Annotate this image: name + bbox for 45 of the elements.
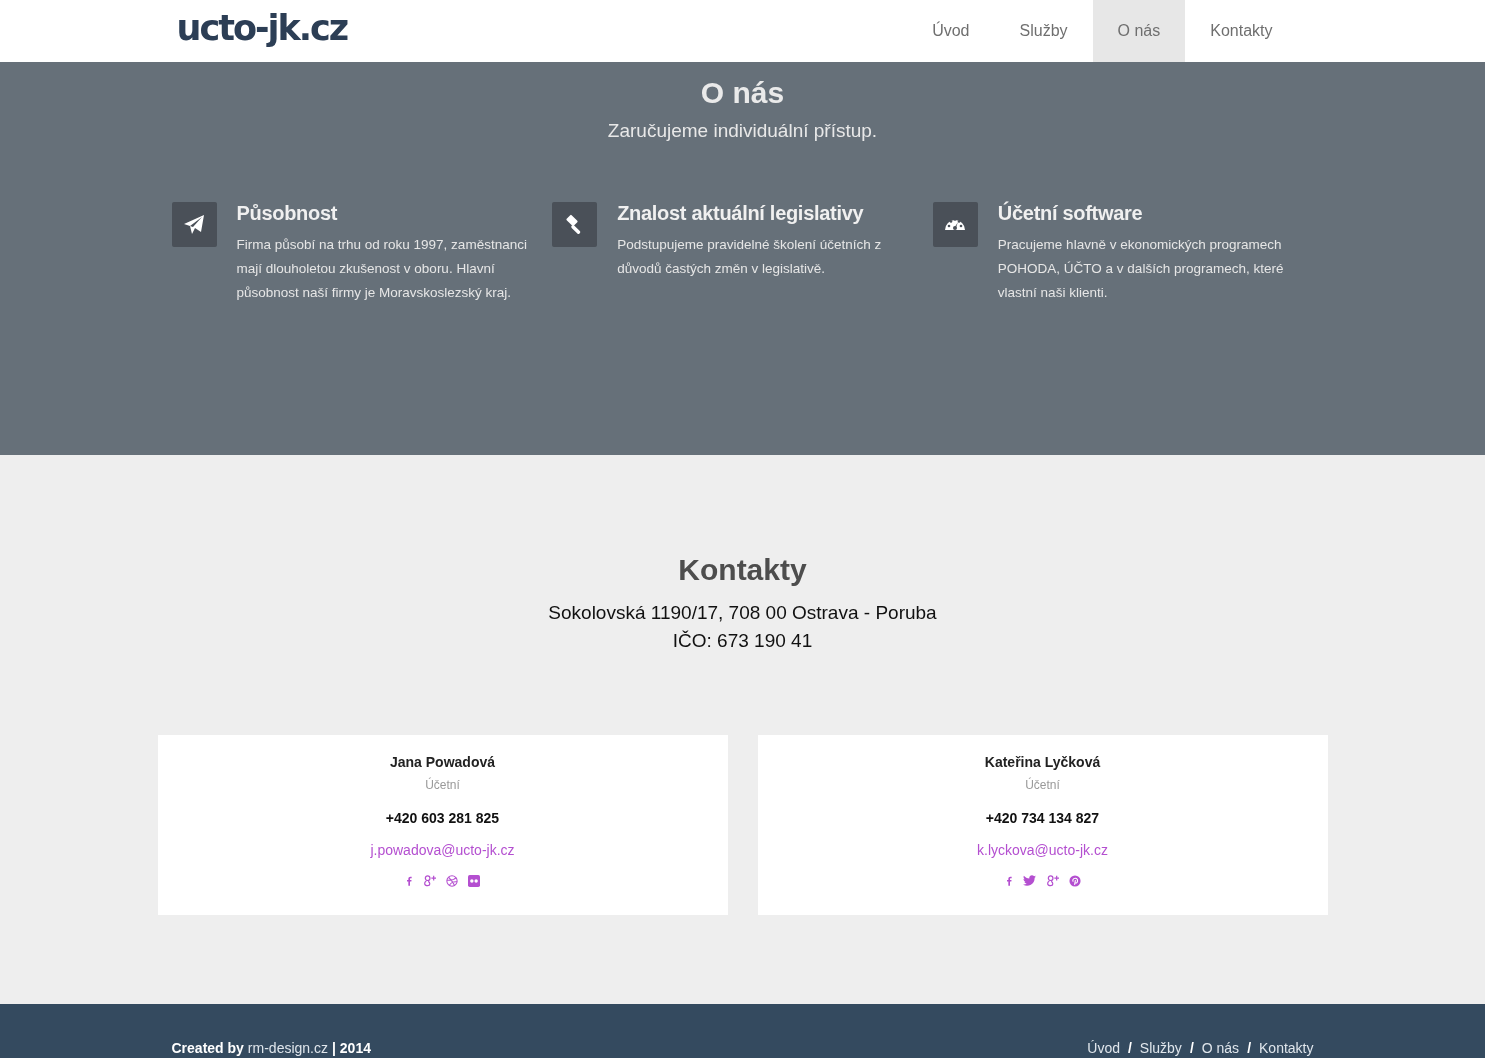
- feature-title: Působnost: [236, 202, 339, 225]
- phone-number: +420 603 281 825: [385, 810, 500, 826]
- facebook-icon[interactable]: [405, 874, 413, 887]
- dribbble-icon[interactable]: [446, 874, 458, 887]
- feature-text: Pracujeme hlavně v ekonomických programech POHODA, ÚČTO a v dalších programech, které vlastní naši klienti.: [997, 236, 1285, 302]
- gavel-icon: [552, 202, 598, 247]
- person-name: Kateřina Lyčková: [984, 754, 1101, 770]
- credit-text: Created by: [171, 1040, 244, 1056]
- twitter-icon[interactable]: [1022, 875, 1036, 886]
- section-title: O nás: [700, 76, 785, 110]
- nav-link[interactable]: O nás: [1092, 0, 1186, 62]
- feature-text: Firma působí na trhu od roku 1997, zaměstnanci mají dlouholetou zkušenost v oboru. Hlavní působnost naší firmy je Moravskoslezský kraj.: [236, 236, 528, 302]
- person-role: Účetní: [1025, 778, 1060, 792]
- person-role: Účetní: [425, 778, 460, 792]
- section-title: Kontakty: [678, 553, 807, 587]
- footer-link[interactable]: Kontakty: [1259, 1040, 1314, 1056]
- address-text: Sokolovská 1190/17, 708 00 Ostrava - Poruba: [548, 601, 937, 625]
- feature-title: Znalost aktuální legislativy: [617, 202, 865, 225]
- copyright-year: | 2014: [332, 1040, 371, 1056]
- google-plus-icon[interactable]: [1045, 874, 1059, 887]
- paper-plane-icon: [171, 202, 217, 247]
- company-id-text: IČO: 673 190 41: [672, 629, 813, 653]
- person-name: Jana Powadová: [389, 754, 495, 770]
- facebook-icon[interactable]: [1004, 874, 1013, 887]
- nav-link[interactable]: Úvod: [907, 0, 995, 62]
- breadcrumb-separator: /: [1189, 1040, 1194, 1056]
- footer-link[interactable]: O nás: [1201, 1040, 1240, 1056]
- email-link[interactable]: k.lyckova@ucto-jk.cz: [977, 842, 1108, 858]
- breadcrumb-separator: /: [1127, 1040, 1132, 1056]
- site-logo[interactable]: ucto-jk.cz: [176, 8, 348, 48]
- feature-title: Účetní software: [997, 202, 1144, 225]
- flickr-icon[interactable]: [468, 874, 480, 887]
- email-link[interactable]: j.powadova@ucto-jk.cz: [370, 842, 515, 858]
- nav-link[interactable]: Kontakty: [1185, 0, 1298, 62]
- footer-link[interactable]: Úvod: [1087, 1040, 1120, 1056]
- pinterest-icon[interactable]: [1068, 874, 1081, 887]
- section-subtitle: Zaručujeme individuální přístup.: [607, 120, 878, 142]
- nav-link[interactable]: Služby: [994, 0, 1093, 62]
- gauge-icon: [932, 202, 978, 247]
- phone-number: +420 734 134 827: [985, 810, 1100, 826]
- designer-link[interactable]: rm-design.cz: [247, 1040, 328, 1056]
- google-plus-icon[interactable]: [423, 874, 436, 887]
- feature-text: Podstupujeme pravidelné školení účetních z důvodů častých změn v legislativě.: [617, 236, 883, 278]
- breadcrumb-separator: /: [1247, 1040, 1251, 1056]
- footer-link[interactable]: Služby: [1139, 1040, 1182, 1056]
